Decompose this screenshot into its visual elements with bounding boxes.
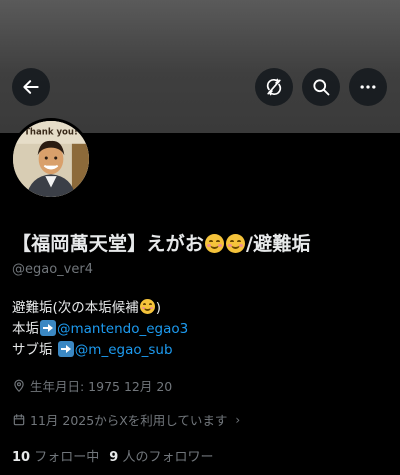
avatar-sign-text: Thank you!: [24, 127, 78, 137]
more-horizontal-icon: [360, 85, 376, 89]
translate-off-icon: [266, 78, 282, 96]
smiling-face-emoji-icon: [226, 234, 246, 253]
followers-link[interactable]: 9 人のフォロワー: [109, 450, 213, 465]
smiling-face-emoji-icon: [205, 234, 225, 253]
search-icon: [313, 79, 330, 96]
right-arrow-emoji-icon: [40, 320, 56, 336]
following-link[interactable]: 10 フォロー中: [12, 450, 99, 465]
more-button[interactable]: [349, 68, 387, 106]
bio-text-1-end: ): [155, 300, 162, 316]
avatar[interactable]: Thank you!: [10, 118, 92, 200]
bio-main-account-label: 本垢: [12, 321, 39, 337]
following-label: フォロー中: [34, 450, 100, 465]
following-count: 10: [12, 450, 31, 465]
profile-banner[interactable]: [0, 0, 400, 133]
display-name-prefix: 【福岡萬天堂】えがお: [12, 233, 205, 255]
arrow-left-icon: [23, 80, 39, 94]
followers-count: 9: [109, 450, 119, 465]
sub-account-link[interactable]: @m_egao_sub: [75, 342, 173, 358]
bio-sub-account-label: サブ垢: [12, 342, 57, 358]
bio-line-2: 本垢 @mantendo_egao3: [12, 319, 188, 340]
translate-toggle-button[interactable]: [255, 68, 293, 106]
user-handle: @egao_ver4: [12, 262, 93, 277]
joined-text: 11月 2025からXを利用しています: [30, 413, 228, 428]
birthdate-row: 生年月日: 1975 12月 20: [12, 376, 172, 395]
joined-row[interactable]: 11月 2025からXを利用しています ›: [12, 410, 240, 429]
display-name-suffix: /避難垢: [246, 233, 311, 255]
right-arrow-emoji-icon: [57, 341, 74, 357]
search-button[interactable]: [302, 68, 340, 106]
bio-line-3: サブ垢 @m_egao_sub: [12, 340, 188, 361]
calendar-icon: [13, 413, 25, 425]
follow-stats: 10 フォロー中 9 人のフォロワー: [12, 446, 223, 465]
avatar-image: Thank you!: [13, 121, 89, 197]
back-button[interactable]: [12, 68, 50, 106]
bio-text-1: 避難垢(次の本垢候補: [12, 300, 139, 316]
main-account-link[interactable]: @mantendo_egao3: [57, 321, 188, 337]
smiling-face-emoji-icon: [139, 299, 155, 314]
bio-line-1: 避難垢(次の本垢候補): [12, 298, 188, 319]
display-name: 【福岡萬天堂】えがお/避難垢: [12, 229, 311, 256]
location-pin-icon: [14, 379, 24, 392]
chevron-right-icon: ›: [235, 412, 241, 427]
birthdate-text: 生年月日: 1975 12月 20: [30, 379, 173, 394]
profile-bio: 避難垢(次の本垢候補) 本垢 @mantendo_egao3 サブ垢 @m_ega…: [12, 298, 188, 361]
followers-label: 人のフォロワー: [122, 450, 214, 465]
